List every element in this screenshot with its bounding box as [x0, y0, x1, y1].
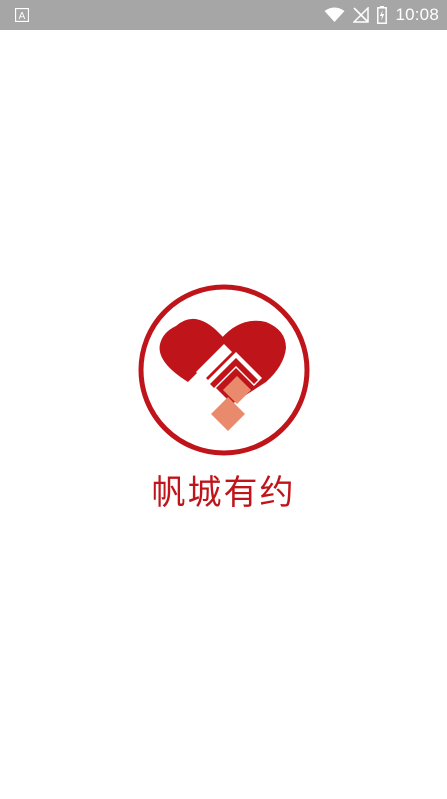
battery-charging-icon: [377, 6, 388, 24]
status-icons: 10:08: [324, 0, 439, 30]
app-name: 帆城有约: [151, 473, 296, 513]
a-notification-icon: A: [15, 8, 29, 22]
heart-handshake-logo: [138, 284, 310, 456]
status-time: 10:08: [395, 5, 439, 24]
svg-text:A: A: [19, 11, 26, 22]
status-bar: A 10:08: [0, 0, 447, 30]
no-signal-icon: [353, 7, 370, 23]
wifi-icon: [324, 7, 345, 22]
splash-screen: 帆城有约: [0, 30, 447, 799]
